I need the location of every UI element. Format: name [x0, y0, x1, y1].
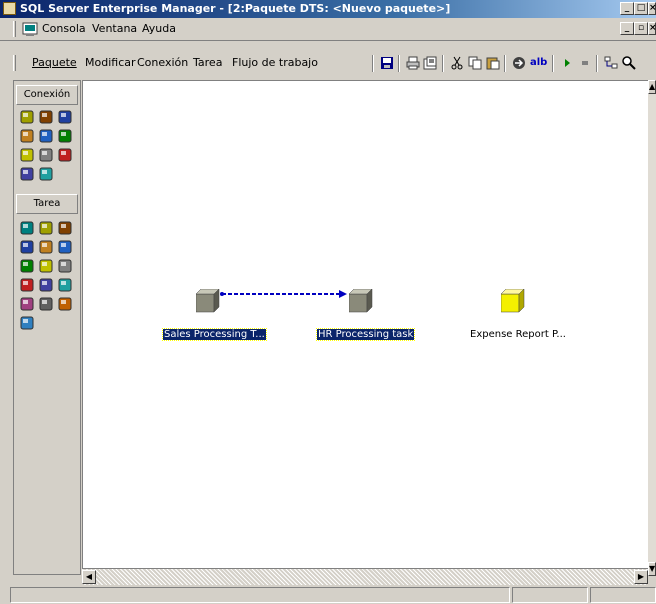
window-title: SQL Server Enterprise Manager - [2:Paque… — [20, 2, 451, 15]
toolbar-separator — [596, 55, 598, 72]
dbase-icon[interactable] — [20, 129, 34, 143]
text-annotation-button[interactable]: alb — [530, 57, 547, 68]
vertical-scrollbar[interactable]: ▲ ▼ — [648, 80, 656, 576]
toolbar-separator — [372, 55, 374, 72]
connect-icon[interactable] — [512, 56, 526, 70]
data-mining-icon[interactable] — [39, 278, 53, 292]
scroll-left-button[interactable]: ◀ — [82, 570, 96, 584]
analysis-services-icon[interactable] — [20, 278, 34, 292]
transfer-db-icon[interactable] — [20, 297, 34, 311]
cut-icon[interactable] — [450, 56, 464, 70]
sql-server-icon[interactable] — [20, 110, 34, 124]
menu-conexion[interactable]: Conexión — [137, 56, 188, 69]
properties-icon[interactable] — [423, 56, 437, 70]
scroll-right-button[interactable]: ▶ — [634, 570, 648, 584]
odbc-icon[interactable] — [20, 167, 34, 181]
custom-task-icon[interactable] — [20, 316, 34, 330]
doc-close-button[interactable]: × — [648, 22, 656, 35]
scroll-down-button[interactable]: ▼ — [648, 562, 656, 576]
close-button[interactable]: × — [648, 2, 656, 15]
scroll-up-button[interactable]: ▲ — [648, 80, 656, 94]
task-section-header[interactable]: Tarea — [16, 194, 78, 214]
toolbar-separator — [504, 55, 506, 72]
execute-package-icon[interactable] — [20, 259, 34, 273]
task-label[interactable]: Expense Report P... — [469, 329, 567, 340]
excel-icon[interactable] — [58, 110, 72, 124]
task-cube-icon[interactable] — [349, 289, 373, 313]
text-dest-icon[interactable] — [39, 148, 53, 162]
package-designer-canvas[interactable]: Sales Processing T... HR Processing task… — [82, 80, 649, 569]
connection-section-header[interactable]: Conexión — [16, 85, 78, 105]
doc-restore-button[interactable]: ▫ — [634, 22, 648, 35]
horizontal-scrollbar[interactable]: ◀ ▶ — [82, 568, 648, 585]
menu-consola[interactable]: Consola — [42, 22, 86, 35]
activex-script-icon[interactable] — [39, 221, 53, 235]
menu-ventana[interactable]: Ventana — [92, 22, 137, 35]
toolbar-separator — [398, 55, 400, 72]
doc-minimize-button[interactable]: _ — [620, 22, 634, 35]
menu-tarea[interactable]: Tarea — [193, 56, 222, 69]
workflow-layer — [220, 290, 347, 298]
run-icon[interactable] — [560, 56, 574, 70]
transfer-logins-icon[interactable] — [39, 297, 53, 311]
window-title-bar[interactable]: SQL Server Enterprise Manager - [2:Paque… — [0, 0, 656, 18]
main-menubar: Consola Ventana Ayuda _ ▫ × — [0, 18, 656, 41]
status-panel — [590, 587, 656, 603]
access-icon[interactable] — [39, 110, 53, 124]
menu-ayuda[interactable]: Ayuda — [142, 22, 176, 35]
ftp-task-icon[interactable] — [20, 221, 34, 235]
paradox-icon[interactable] — [20, 148, 34, 162]
text-source-icon[interactable] — [58, 148, 72, 162]
task-label[interactable]: HR Processing task — [315, 328, 416, 341]
toolbar-grip[interactable] — [13, 55, 16, 71]
menubar-grip[interactable] — [13, 21, 16, 37]
message-queue-icon[interactable] — [39, 259, 53, 273]
status-panel — [512, 587, 588, 603]
zoom-icon[interactable] — [622, 56, 636, 70]
transfer-jobs-icon[interactable] — [58, 297, 72, 311]
transfer-objects-icon[interactable] — [58, 221, 72, 235]
toolbar-separator — [442, 55, 444, 72]
layout-icon[interactable] — [604, 56, 618, 70]
udl-icon[interactable] — [39, 167, 53, 181]
status-bar — [10, 586, 656, 604]
menu-modificar[interactable]: Modificar — [85, 56, 136, 69]
bulk-insert-icon[interactable] — [58, 240, 72, 254]
data-driven-query-icon[interactable] — [20, 240, 34, 254]
task-cube-icon[interactable] — [501, 289, 525, 313]
menu-paquete[interactable]: Paquete — [32, 56, 77, 69]
send-mail-icon[interactable] — [58, 259, 72, 273]
enterprise-manager-app-icon[interactable] — [3, 2, 16, 15]
print-icon[interactable] — [406, 56, 420, 70]
package-toolbar: Paquete Modificar Conexión Tarea Flujo d… — [0, 52, 656, 76]
console-icon[interactable] — [22, 21, 38, 37]
maximize-button[interactable]: □ — [634, 2, 648, 15]
task-label[interactable]: Sales Processing T... — [162, 328, 267, 341]
paste-icon[interactable] — [486, 56, 500, 70]
minimize-button[interactable]: _ — [620, 2, 634, 15]
workflow-start-dot — [220, 292, 224, 296]
toolbar-separator — [552, 55, 554, 72]
dynamic-properties-icon[interactable] — [58, 278, 72, 292]
stop-icon[interactable] — [578, 56, 592, 70]
execute-sql-icon[interactable] — [39, 240, 53, 254]
oracle-icon[interactable] — [58, 129, 72, 143]
workflow-arrowhead — [339, 290, 347, 298]
status-panel-main — [10, 587, 510, 603]
object-palette: Conexión Tarea — [13, 80, 81, 575]
copy-icon[interactable] — [468, 56, 482, 70]
save-icon[interactable] — [380, 56, 394, 70]
html-file-icon[interactable] — [39, 129, 53, 143]
menu-flujo-de-trabajo[interactable]: Flujo de trabajo — [232, 56, 318, 69]
task-cube-icon[interactable] — [196, 289, 220, 313]
